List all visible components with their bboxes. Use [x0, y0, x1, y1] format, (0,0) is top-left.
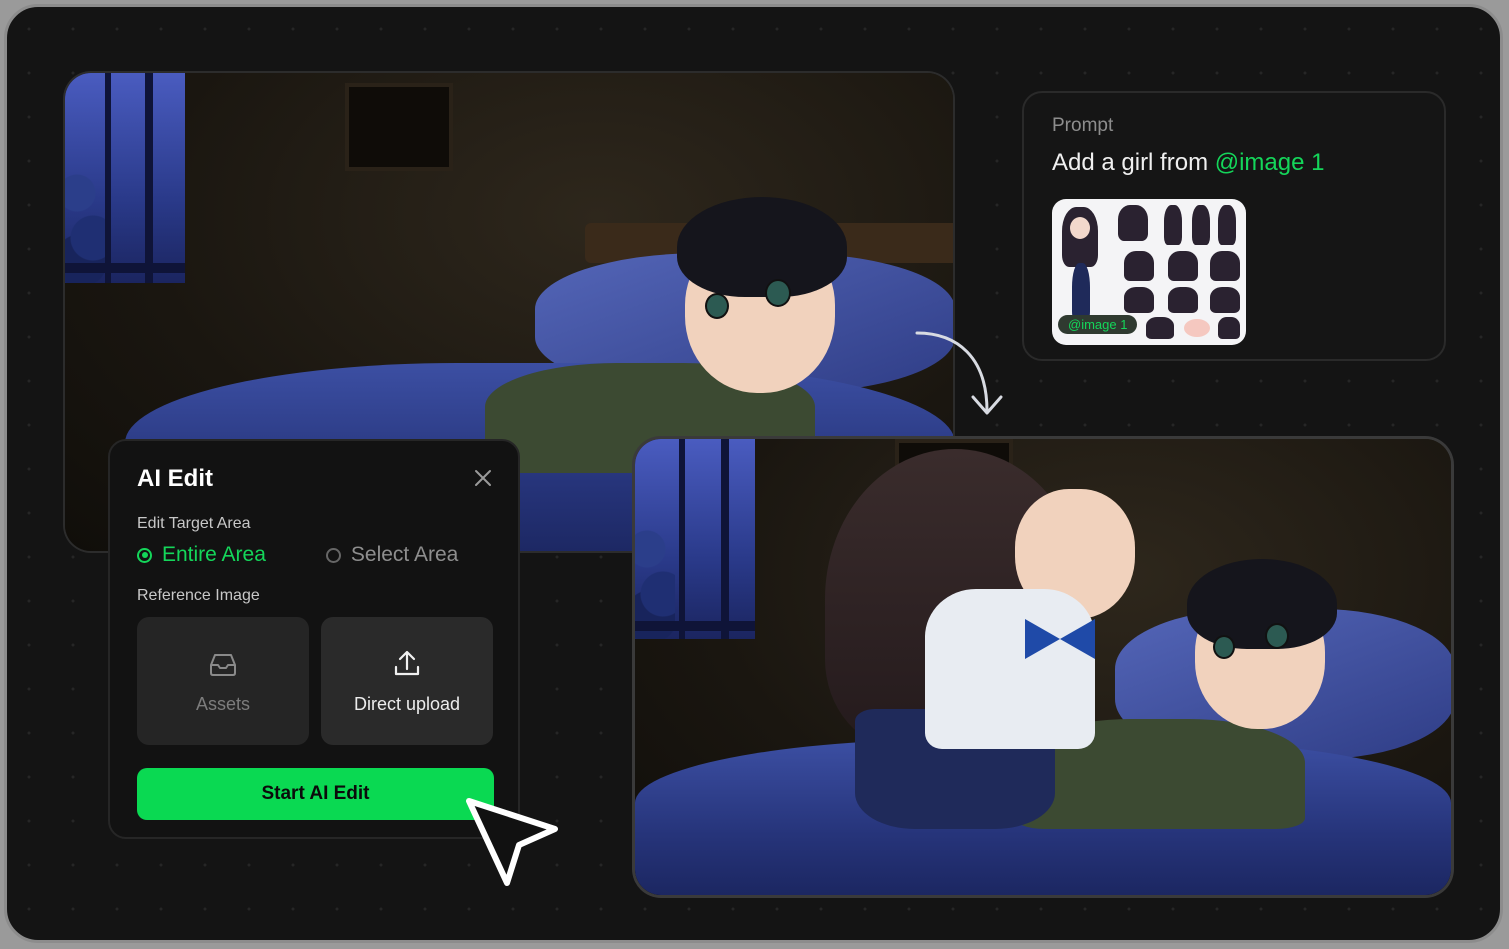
edit-target-label: Edit Target Area	[137, 515, 251, 532]
assets-button[interactable]: Assets	[137, 617, 309, 745]
prompt-image-tag[interactable]: @image 1	[1215, 149, 1325, 176]
prompt-text-prefix: Add a girl from	[1052, 149, 1215, 176]
window	[65, 73, 185, 283]
wall-frame	[345, 83, 453, 171]
prompt-card: Prompt Add a girl from @image 1 @image 1	[1022, 91, 1446, 361]
boy-hair	[677, 197, 847, 297]
edit-target-options: Entire Area Select Area	[137, 543, 458, 567]
ai-edit-panel: AI Edit Edit Target Area Entire Area Sel…	[108, 439, 520, 839]
mouse-pointer-icon	[466, 798, 558, 886]
assets-label: Assets	[195, 693, 251, 714]
prompt-label: Prompt	[1052, 115, 1114, 136]
app-frame: Prompt Add a girl from @image 1 @image 1	[4, 4, 1503, 943]
reference-badge: @image 1	[1058, 315, 1138, 334]
start-ai-edit-button[interactable]: Start AI Edit	[137, 768, 494, 820]
edited-image	[635, 439, 1451, 895]
radio-dot	[137, 547, 152, 563]
close-icon[interactable]	[472, 467, 494, 489]
direct-upload-button[interactable]: Direct upload	[321, 617, 493, 745]
boy-hair	[1187, 559, 1337, 649]
radio-entire-area[interactable]: Entire Area	[137, 543, 266, 567]
reference-thumbnail[interactable]: @image 1	[1052, 199, 1246, 345]
inbox-icon	[210, 653, 236, 676]
radio-label: Select Area	[350, 543, 459, 566]
reference-image-label: Reference Image	[137, 587, 260, 604]
prompt-text[interactable]: Add a girl from @image 1	[1052, 149, 1324, 177]
radio-dot	[325, 547, 341, 563]
radio-select-area[interactable]: Select Area	[325, 543, 459, 567]
radio-label: Entire Area	[162, 543, 266, 566]
window	[635, 439, 755, 639]
upload-icon	[394, 650, 420, 675]
girl-shirt	[925, 589, 1095, 749]
direct-upload-label: Direct upload	[353, 693, 461, 714]
panel-title: AI Edit	[137, 465, 213, 492]
flow-arrow-icon	[915, 331, 1003, 415]
